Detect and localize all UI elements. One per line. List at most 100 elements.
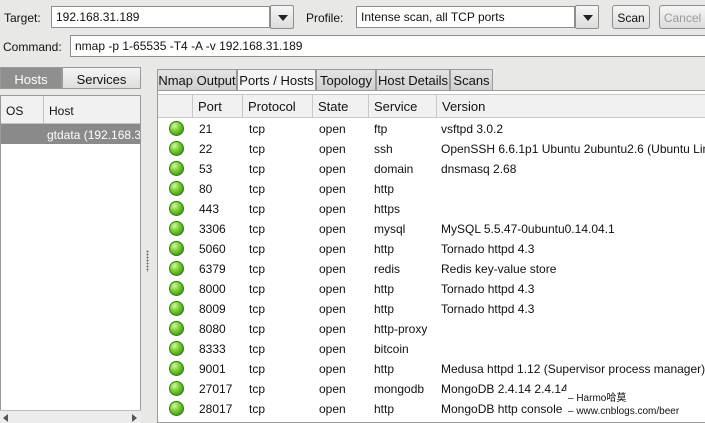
os-column-header[interactable]: OS — [6, 104, 23, 118]
port-cell: 3306 — [199, 222, 226, 236]
open-status-icon — [169, 401, 184, 416]
table-row[interactable]: 21 tcp open ftp vsftpd 3.0.2 — [158, 119, 705, 139]
state-cell: open — [319, 362, 346, 376]
state-cell: open — [319, 262, 346, 276]
port-cell: 22 — [199, 142, 213, 156]
table-row[interactable]: 9001 tcp open http Medusa httpd 1.12 (Superv… — [158, 359, 705, 379]
state-cell: open — [319, 282, 346, 296]
target-dropdown-button[interactable] — [270, 5, 294, 29]
table-row[interactable]: 80 tcp open http — [158, 179, 705, 199]
service-cell: mysql — [374, 222, 406, 236]
services-toggle-button[interactable]: Services — [62, 67, 141, 89]
protocol-cell: tcp — [249, 222, 266, 236]
column-divider — [43, 96, 44, 124]
table-row[interactable]: 53 tcp open domain dnsmasq 2.68 — [158, 159, 705, 179]
table-row[interactable]: 8009 tcp open http Tornado httpd 4.3 — [158, 299, 705, 319]
port-cell: 9001 — [199, 362, 226, 376]
table-row[interactable]: 3306 tcp open mysql MySQL 5.5.47-0ubuntu0.14… — [158, 219, 705, 239]
table-row[interactable]: 22 tcp open ssh OpenSSH 6.6.1p1 Ubuntu 2ubun… — [158, 139, 705, 159]
watermark: – Harmo哈莫 – www.cnblogs.com/beer — [565, 390, 700, 420]
open-status-icon — [169, 161, 184, 176]
protocol-cell: tcp — [249, 402, 266, 416]
scroll-left-icon[interactable] — [3, 414, 8, 422]
table-row[interactable]: 6379 tcp open redis Redis key-value store — [158, 259, 705, 279]
service-column-header[interactable]: Service — [368, 95, 436, 118]
pane-splitter-handle[interactable] — [146, 250, 149, 272]
service-cell: http — [374, 282, 395, 296]
command-input[interactable]: nmap -p 1-65535 -T4 -A -v 192.168.31.189 — [70, 35, 705, 57]
open-status-icon — [169, 201, 184, 216]
version-cell: Tornado httpd 4.3 — [441, 302, 535, 316]
port-cell: 8333 — [199, 342, 226, 356]
table-row[interactable]: 8080 tcp open http-proxy — [158, 319, 705, 339]
service-cell: mongodb — [374, 382, 425, 396]
protocol-cell: tcp — [249, 142, 266, 156]
protocol-cell: tcp — [249, 242, 266, 256]
host-list-hscrollbar[interactable] — [0, 410, 141, 423]
service-cell: http-proxy — [374, 322, 428, 336]
protocol-column-header[interactable]: Protocol — [242, 95, 312, 118]
service-cell: redis — [374, 262, 401, 276]
version-cell: Tornado httpd 4.3 — [441, 282, 535, 296]
scan-button[interactable]: Scan — [612, 5, 650, 29]
host-column-header[interactable]: Host — [49, 104, 74, 118]
service-cell: https — [374, 202, 401, 216]
service-cell: http — [374, 302, 395, 316]
table-row[interactable]: 8000 tcp open http Tornado httpd 4.3 — [158, 279, 705, 299]
host-list: OS Host gtdata (192.168.31.189) — [0, 95, 141, 423]
chevron-down-icon — [278, 15, 288, 21]
host-list-header: OS Host — [1, 96, 140, 124]
hosts-toggle-button[interactable]: Hosts — [0, 67, 62, 89]
tab-topology[interactable]: Topology — [316, 69, 376, 90]
table-row[interactable]: 5060 tcp open http Tornado httpd 4.3 — [158, 239, 705, 259]
cancel-button[interactable]: Cancel — [659, 5, 705, 29]
port-cell: 21 — [199, 122, 213, 136]
port-cell: 5060 — [199, 242, 226, 256]
version-cell: Tornado httpd 4.3 — [441, 242, 535, 256]
protocol-cell: tcp — [249, 162, 266, 176]
port-column-header[interactable]: Port — [192, 95, 242, 118]
tab-host-details[interactable]: Host Details — [376, 69, 450, 90]
port-cell: 8080 — [199, 322, 226, 336]
profile-label: Profile: — [306, 11, 344, 25]
tab-ports-hosts[interactable]: Ports / Hosts — [237, 69, 316, 91]
scroll-right-icon[interactable] — [132, 414, 137, 422]
watermark-line-2: – www.cnblogs.com/beer — [568, 406, 680, 417]
port-cell: 8000 — [199, 282, 226, 296]
open-status-icon — [169, 381, 184, 396]
open-status-icon — [169, 321, 184, 336]
version-cell: vsftpd 3.0.2 — [441, 122, 504, 136]
open-status-icon — [169, 221, 184, 236]
service-cell: domain — [374, 162, 414, 176]
state-cell: open — [319, 122, 346, 136]
protocol-cell: tcp — [249, 322, 266, 336]
state-cell: open — [319, 382, 346, 396]
target-input[interactable]: 192.168.31.189 — [51, 6, 270, 28]
open-status-icon — [169, 181, 184, 196]
table-row[interactable]: 8333 tcp open bitcoin — [158, 339, 705, 359]
service-cell: bitcoin — [374, 342, 409, 356]
tab-nmap-output[interactable]: Nmap Output — [157, 69, 237, 90]
version-cell: dnsmasq 2.68 — [441, 162, 517, 176]
tab-scans[interactable]: Scans — [450, 69, 493, 90]
protocol-cell: tcp — [249, 342, 266, 356]
profile-select[interactable]: Intense scan, all TCP ports — [356, 6, 575, 28]
state-cell: open — [319, 222, 346, 236]
profile-dropdown-button[interactable] — [575, 5, 599, 29]
protocol-cell: tcp — [249, 202, 266, 216]
status-column-header[interactable] — [158, 95, 192, 118]
port-cell: 80 — [199, 182, 213, 196]
state-cell: open — [319, 322, 346, 336]
version-cell: MySQL 5.5.47-0ubuntu0.14.04.1 — [441, 222, 615, 236]
open-status-icon — [169, 261, 184, 276]
version-column-header[interactable]: Version — [436, 95, 705, 118]
version-cell: MongoDB 2.4.14 2.4.14 — [441, 382, 568, 396]
table-row[interactable]: 443 tcp open https — [158, 199, 705, 219]
state-cell: open — [319, 202, 346, 216]
host-entry[interactable]: gtdata (192.168.31.189) — [1, 124, 140, 144]
state-column-header[interactable]: State — [312, 95, 368, 118]
protocol-cell: tcp — [249, 362, 266, 376]
protocol-cell: tcp — [249, 302, 266, 316]
chevron-down-icon — [583, 15, 593, 21]
open-status-icon — [169, 301, 184, 316]
